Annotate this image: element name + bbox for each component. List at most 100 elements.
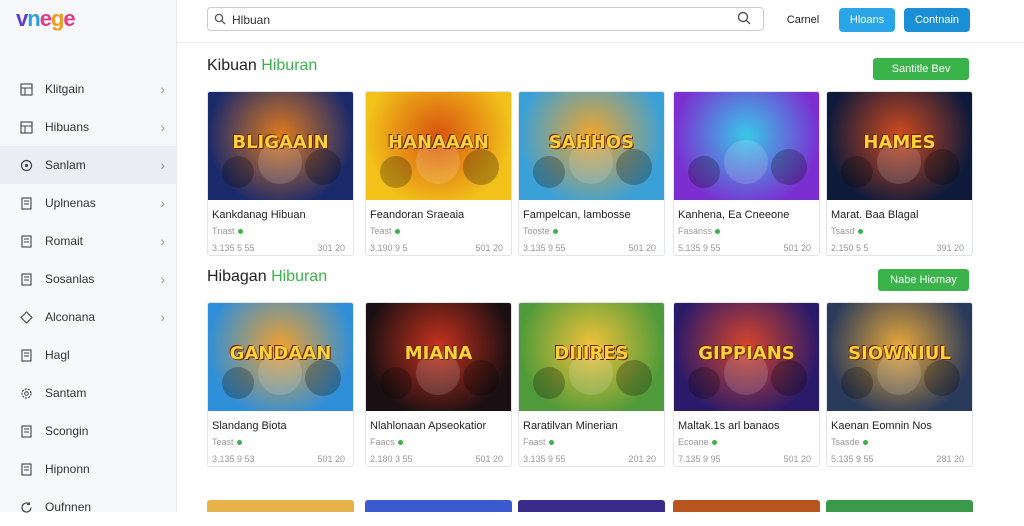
game-logo-text: SIOWNIUL: [848, 343, 951, 364]
sidebar-item[interactable]: Alconana ›: [0, 298, 177, 336]
sidebar-nav: Klitgain › Hibuans › Sanlam › Uplnenas › Romait ›…: [0, 70, 177, 526]
sidebar-item-label: Hagl: [45, 348, 70, 362]
game-thumbnail[interactable]: GANDAAN: [208, 303, 353, 411]
game-tag-label: Tsasd: [831, 226, 855, 236]
game-stats: 2.150 5 5: [831, 243, 869, 253]
game-stats: 2.180 3 55: [370, 454, 413, 464]
sidebar-item-label: Hipnonn: [45, 462, 90, 476]
game-thumbnail[interactable]: SAHHOS: [519, 92, 664, 200]
next-row-card-thumbnail[interactable]: [207, 500, 354, 512]
game-card[interactable]: SIOWNIUL Kaenan Eomnin Nos Tsasde 5.135 9 5…: [826, 302, 973, 467]
next-row-card-thumbnail[interactable]: [365, 500, 512, 512]
game-card[interactable]: SAHHOS Fampelcan, lambosse Tooste 3.135 9 5…: [518, 91, 665, 256]
section-title-accent: Hiburan: [261, 57, 318, 74]
sidebar-item-label: Romait: [45, 234, 84, 248]
header-divider: [177, 42, 1024, 43]
next-row-card-thumbnail[interactable]: [518, 500, 665, 512]
chevron-right-icon: ›: [160, 157, 165, 173]
game-thumbnail[interactable]: MIANA: [366, 303, 511, 411]
sidebar-item[interactable]: Uplnenas ›: [0, 184, 177, 222]
online-dot-icon: [397, 440, 403, 446]
section-action-button[interactable]: Nabe Hiomay: [878, 269, 969, 291]
sidebar-item[interactable]: Romait ›: [0, 222, 177, 260]
game-card[interactable]: Kanhena, Ea Cneeone Fasanss 5.135 9 55 501 …: [673, 91, 820, 256]
game-card[interactable]: HAMES Marat. Baa Blagal Tsasd 2.150 5 5 391 …: [826, 91, 973, 256]
game-tag-label: Teast: [212, 437, 234, 447]
game-title: Slandang Biota: [212, 420, 287, 432]
sidebar-item[interactable]: Oufnnen: [0, 488, 177, 526]
game-card[interactable]: DIIIRES Raratilvan Minerian Faast 3.135 9 5…: [518, 302, 665, 467]
sidebar-item[interactable]: Klitgain ›: [0, 70, 177, 108]
section-title-main: Hibagan: [207, 268, 267, 285]
doc-icon: [19, 348, 33, 362]
game-logo-text: BLIGAAIN: [232, 132, 329, 153]
game-card[interactable]: HANAAAN Feandoran Sraeaia Teast 3.190 9 5 50…: [365, 91, 512, 256]
contnain-button[interactable]: Contnain: [904, 8, 970, 32]
grid-icon: [19, 120, 33, 134]
chevron-right-icon: ›: [160, 309, 165, 325]
sidebar-item[interactable]: Hibuans ›: [0, 108, 177, 146]
next-row-card-thumbnail[interactable]: [673, 500, 820, 512]
hloans-button[interactable]: Hloans: [839, 8, 895, 32]
search-icon: [214, 12, 226, 30]
grid-icon: [19, 82, 33, 96]
game-logo-text: DIIIRES: [554, 343, 629, 364]
sidebar-item[interactable]: Santam: [0, 374, 177, 412]
doc-icon: [19, 424, 33, 438]
game-title: Marat. Baa Blagal: [831, 209, 919, 221]
game-logo-text: SAHHOS: [548, 132, 635, 153]
game-tag: Tooste: [523, 226, 558, 236]
search-input[interactable]: [230, 10, 734, 30]
game-tag-label: Tsasde: [831, 437, 860, 447]
game-stats: 3.190 9 5: [370, 243, 408, 253]
game-card[interactable]: MIANA Nlahlonaan Apseokatior Faacs 2.180 3 …: [365, 302, 512, 467]
sidebar-item[interactable]: Hipnonn: [0, 450, 177, 488]
game-count: 201 20: [628, 454, 656, 464]
section-title: Hibagan Hiburan: [207, 268, 327, 286]
online-dot-icon: [715, 229, 721, 235]
chevron-right-icon: ›: [160, 195, 165, 211]
app-logo[interactable]: vnege: [16, 6, 76, 32]
sidebar-item[interactable]: Scongin: [0, 412, 177, 450]
game-card[interactable]: GANDAAN Slandang Biota Teast 3.135 9 53 501 …: [207, 302, 354, 467]
online-dot-icon: [552, 229, 558, 235]
sidebar-item[interactable]: Sanlam ›: [0, 146, 177, 184]
circle-icon: [19, 158, 33, 172]
sidebar: vnege Klitgain › Hibuans › Sanlam › Uplnenas › R…: [0, 0, 177, 514]
game-logo-text: GANDAAN: [229, 343, 332, 364]
game-thumbnail[interactable]: HANAAAN: [366, 92, 511, 200]
game-stats: 7.135 9 95: [678, 454, 721, 464]
section-action-button[interactable]: Santitle Bev: [873, 58, 969, 80]
game-stats: 5.135 9 55: [678, 243, 721, 253]
carnel-button[interactable]: Carnel: [777, 8, 829, 32]
sidebar-item-label: Sosanlas: [45, 272, 95, 286]
game-thumbnail[interactable]: GIPPIANS: [674, 303, 819, 411]
game-tag-label: Teast: [370, 226, 392, 236]
search-submit-icon[interactable]: [737, 11, 751, 30]
doc-icon: [19, 462, 33, 476]
online-dot-icon: [857, 229, 863, 235]
sidebar-item-label: Scongin: [45, 424, 89, 438]
game-count: 501 20: [475, 454, 503, 464]
sidebar-item[interactable]: Hagl: [0, 336, 177, 374]
sidebar-item-label: Hibuans: [45, 120, 90, 134]
game-thumbnail[interactable]: DIIIRES: [519, 303, 664, 411]
game-card[interactable]: GIPPIANS Maltak.1s arl banaos Ecoane 7.135 …: [673, 302, 820, 467]
game-thumbnail[interactable]: HAMES: [827, 92, 972, 200]
next-row-card-thumbnail[interactable]: [826, 500, 973, 512]
game-thumbnail[interactable]: BLIGAAIN: [208, 92, 353, 200]
game-tag: Teast: [212, 437, 242, 447]
game-logo-text: HANAAAN: [388, 132, 489, 153]
game-tag-label: Faacs: [370, 437, 395, 447]
doc-icon: [19, 196, 33, 210]
online-dot-icon: [236, 440, 242, 446]
section-title: Kibuan Hiburan: [207, 57, 317, 75]
search-box[interactable]: [207, 7, 764, 31]
sidebar-item[interactable]: Sosanlas ›: [0, 260, 177, 298]
game-stats: 3.135 5 55: [212, 243, 255, 253]
game-thumbnail[interactable]: SIOWNIUL: [827, 303, 972, 411]
game-card[interactable]: BLIGAAIN Kankdanag Hibuan Tnast 3.135 5 55 3…: [207, 91, 354, 256]
game-stats: 3.135 9 55: [523, 454, 566, 464]
game-title: Fampelcan, lambosse: [523, 209, 631, 221]
game-thumbnail[interactable]: [674, 92, 819, 200]
